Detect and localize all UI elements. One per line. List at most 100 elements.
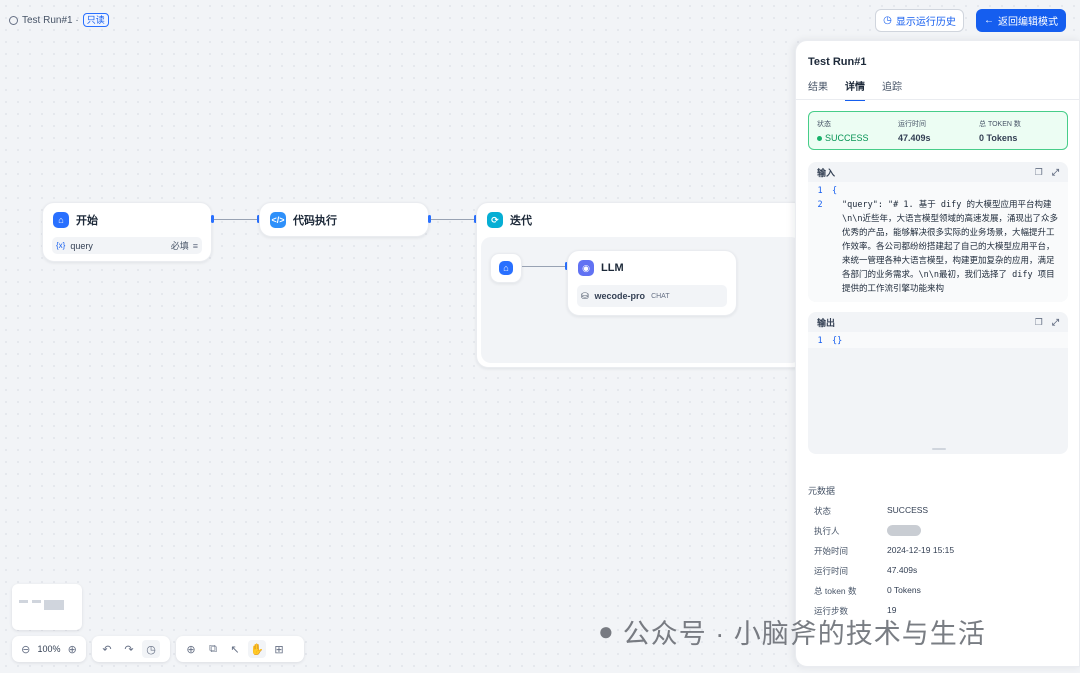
llm-model-tag: CHAT [651,292,670,300]
edge-code-iteration [431,219,475,220]
undo-icon[interactable]: ↶ [98,640,116,658]
text-type-icon: ≡ [192,240,198,251]
minimap-node [32,600,41,603]
tabs-divider [796,99,1080,100]
input-label: 输入 [817,167,836,178]
start-node[interactable]: ⌂ 开始 {x} query 必填 ≡ [42,202,212,262]
metadata-title: 元数据 [808,486,836,496]
time-label: 运行时间 [898,121,926,128]
loop-icon: ⟳ [487,212,503,228]
meta-label: 总 token 数 [814,586,857,596]
code-line: "query": "# 1. 基于 dify 的大模型应用平台构建\n\n近些年… [842,200,1058,294]
executor-avatar [887,525,921,536]
back-to-edit-button[interactable]: ← 返回编辑模式 [976,9,1066,32]
meta-row-start-time: 开始时间 2024-12-19 15:15 [814,545,954,557]
pointer-icon[interactable]: ↖ [226,640,244,658]
minimap[interactable] [12,584,82,630]
required-label: 必填 [170,241,189,251]
meta-label: 执行人 [814,526,840,536]
iteration-node-title: 迭代 [510,215,532,227]
zoom-level[interactable]: 100% [37,644,60,654]
code-icon: </> [270,212,286,228]
edge-iterstart-llm [522,266,566,267]
code-line: {} [832,336,843,346]
home-icon: ⌂ [53,212,69,228]
input-code[interactable]: 1 2 { "query": "# 1. 基于 dify 的大模型应用平台构建\… [808,182,1068,302]
output-label: 输出 [817,317,836,328]
arrow-left-icon: ← [984,15,994,26]
status-label: 状态 [817,121,831,128]
panel-title: Test Run#1 [808,56,867,68]
run-detail-panel: Test Run#1 结果 详情 追踪 状态 SUCCESS 运行时间 47.4… [795,40,1080,667]
resize-handle[interactable] [932,448,946,450]
read-only-badge: 只读 [82,13,109,27]
redo-icon[interactable]: ↷ [120,640,138,658]
organize-icon[interactable]: ⊞ [270,640,288,658]
run-title: Test Run#1 · [22,14,79,26]
input-gutter: 1 2 [808,182,832,302]
zoom-out-icon[interactable]: ⊖ [18,640,33,658]
wechat-icon: ● [598,616,615,646]
input-box: 输入 ❐ ⤢ 1 2 { "query": "# 1. 基于 dify 的大模型… [808,162,1068,302]
token-label: 总 TOKEN 数 [979,121,1021,128]
expand-icon[interactable]: ⤢ [1052,167,1059,178]
expand-icon[interactable]: ⤢ [1052,317,1059,328]
llm-node[interactable]: ◉ LLM ⛁ wecode-pro CHAT [567,250,737,316]
watermark: ● 公众号 · 小脑斧的技术与生活 [598,612,986,651]
tool-controls: ⊕ ⧉ ↖ ✋ ⊞ [176,636,304,662]
zoom-in-icon[interactable]: ⊕ [65,640,80,658]
start-node-title: 开始 [76,215,98,227]
meta-value: 0 Tokens [887,585,921,595]
copy-icon[interactable]: ❐ [1035,317,1043,328]
line-number: 2 [817,200,823,210]
minimap-node [19,600,28,603]
meta-row-status: 状态 SUCCESS [814,505,928,517]
meta-label: 开始时间 [814,546,849,556]
status-card: 状态 SUCCESS 运行时间 47.409s 总 TOKEN 数 0 Toke… [808,111,1068,150]
token-value: 0 Tokens [979,133,1018,143]
llm-model-name: wecode-pro [594,291,646,301]
iteration-start-node[interactable]: ⌂ [490,253,522,283]
version-history-icon[interactable]: ◷ [142,640,160,658]
code-node[interactable]: </> 代码执行 [259,202,429,237]
panel-tabs: 结果 详情 追踪 [808,78,902,101]
home-icon: ⌂ [499,261,513,275]
variable-icon: {x} [56,241,66,250]
line-number: 1 [817,336,823,346]
status-value-wrap: SUCCESS [817,133,869,143]
llm-model-row[interactable]: ⛁ wecode-pro CHAT [577,285,727,307]
meta-value: 47.409s [887,565,918,575]
code-line: { [832,186,838,196]
show-history-label: 显示运行历史 [895,17,956,28]
meta-label: 运行时间 [814,566,849,576]
code-node-title: 代码执行 [293,215,337,227]
meta-row-executor: 执行人 [814,525,921,537]
watermark-text: 公众号 · 小脑斧的技术与生活 [622,619,986,649]
add-note-icon[interactable]: ⧉ [204,640,222,658]
status-value: SUCCESS [825,133,869,143]
add-node-icon[interactable]: ⊕ [182,640,200,658]
back-to-edit-label: 返回编辑模式 [998,17,1058,28]
history-icon [9,15,18,25]
model-icon: ⛁ [581,290,589,301]
output-box: 输出 ❐ ⤢ 1 {} [808,312,1068,454]
variable-name: query [70,240,93,251]
meta-label: 状态 [814,506,832,516]
zoom-controls: ⊖ 100% ⊕ [12,636,86,662]
show-history-button[interactable]: ◷ 显示运行历史 [875,9,964,32]
hand-icon[interactable]: ✋ [248,640,266,658]
tab-trace[interactable]: 追踪 [882,78,902,93]
output-code[interactable]: 1 {} [808,332,1068,348]
edge-start-code [214,219,258,220]
minimap-node [44,600,64,610]
brain-icon: ◉ [578,260,594,276]
breadcrumb: Test Run#1 · 只读 [9,13,109,27]
meta-value: SUCCESS [887,505,929,515]
copy-icon[interactable]: ❐ [1035,167,1043,178]
meta-row-tokens: 总 token 数 0 Tokens [814,585,921,597]
tab-detail[interactable]: 详情 [845,78,865,101]
meta-row-run-time: 运行时间 47.409s [814,565,917,577]
start-variable-row[interactable]: {x} query 必填 ≡ [52,237,202,254]
tab-result[interactable]: 结果 [808,78,828,93]
meta-value: 2024-12-19 15:15 [887,545,955,555]
